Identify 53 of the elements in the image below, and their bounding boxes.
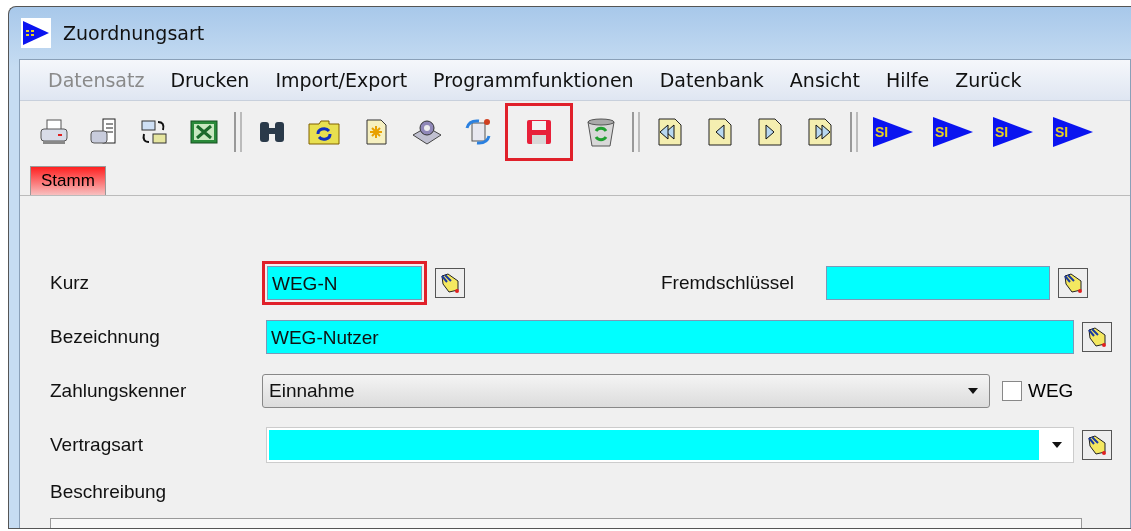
lookup-button[interactable] bbox=[1058, 268, 1089, 298]
input-field[interactable]: WEG-N bbox=[262, 261, 427, 305]
toolbar-separator bbox=[632, 112, 640, 152]
play-button[interactable]: SI bbox=[1045, 110, 1101, 154]
toolbar-button[interactable] bbox=[505, 103, 573, 161]
menu-item[interactable]: Datenbank bbox=[647, 69, 778, 91]
field-label: Zahlungskenner bbox=[50, 380, 188, 402]
dropdown[interactable]: Einnahme bbox=[262, 374, 990, 408]
field-label: Vertragsart bbox=[50, 434, 144, 456]
first-record-icon bbox=[655, 117, 685, 147]
hand-pointer-icon bbox=[1086, 434, 1108, 456]
folder-refresh-icon bbox=[307, 118, 341, 146]
play-button[interactable]: SI bbox=[865, 110, 921, 154]
hand-pointer-icon bbox=[1062, 272, 1085, 294]
field-label: Fremdschlüssel bbox=[661, 272, 795, 294]
previous-record-icon bbox=[705, 117, 735, 147]
dropdown-arrow-icon bbox=[1051, 441, 1063, 449]
printer-document-icon bbox=[89, 118, 119, 146]
hand-pointer-icon bbox=[1086, 326, 1108, 348]
field-label: Bezeichnung bbox=[50, 326, 161, 348]
spreadsheet-icon bbox=[189, 118, 219, 146]
save-icon bbox=[524, 118, 554, 146]
input-field[interactable] bbox=[826, 266, 1051, 300]
tab[interactable]: Stamm bbox=[30, 166, 106, 195]
recycle-bin-icon bbox=[585, 117, 617, 147]
play-button[interactable]: SI bbox=[925, 110, 981, 154]
input-field[interactable]: WEG-Nutzer bbox=[266, 320, 1074, 354]
checkbox-label: WEG bbox=[1028, 380, 1074, 402]
menu-item[interactable]: Zurück bbox=[943, 69, 1036, 91]
field-label: Kurz bbox=[50, 272, 91, 294]
next-record-icon bbox=[755, 117, 785, 147]
menu-item[interactable]: Programmfunktionen bbox=[421, 69, 648, 91]
window-title: Zuordnungsart bbox=[63, 22, 205, 44]
printer-icon bbox=[39, 118, 69, 146]
last-record-icon bbox=[805, 117, 835, 147]
dropdown-arrow-icon bbox=[967, 387, 979, 395]
menu-item[interactable]: Ansicht bbox=[777, 69, 874, 91]
lookup-button[interactable] bbox=[1082, 430, 1112, 460]
lookup-button[interactable] bbox=[1082, 322, 1112, 352]
toolbar-separator bbox=[850, 112, 858, 152]
envelope-swap-icon bbox=[139, 118, 169, 146]
lookup-button[interactable] bbox=[435, 268, 465, 298]
document-refresh-icon bbox=[463, 118, 493, 146]
app-logo-icon bbox=[21, 18, 51, 48]
menu-item[interactable]: Drucken bbox=[158, 69, 264, 91]
toolbar-separator bbox=[234, 112, 242, 152]
menu-item[interactable]: Hilfe bbox=[874, 69, 944, 91]
field-label: Beschreibung bbox=[50, 481, 168, 503]
menu-item[interactable]: Import/Export bbox=[263, 69, 422, 91]
gear-icon bbox=[411, 118, 443, 146]
hand-pointer-icon bbox=[439, 272, 461, 294]
checkbox[interactable] bbox=[1002, 381, 1022, 401]
play-button[interactable]: SI bbox=[985, 110, 1041, 154]
